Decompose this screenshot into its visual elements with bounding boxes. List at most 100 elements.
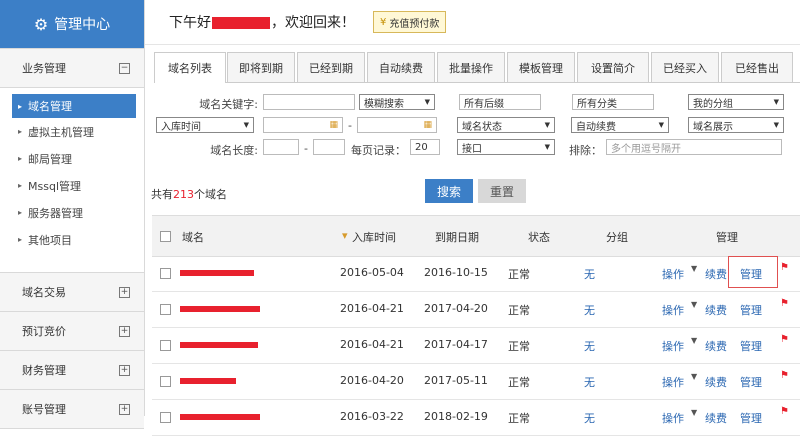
sidebar-group-finance[interactable]: 财务管理 + (0, 351, 144, 390)
category-select[interactable]: 所有分类 (572, 94, 654, 110)
caret-down-icon[interactable]: ▼ (691, 336, 697, 345)
caret-down-icon[interactable]: ▼ (691, 300, 697, 309)
table-row: 2016-03-22 2018-02-19 正常 无 操作 ▼ 续费 管理 ⚑ (152, 399, 800, 436)
row-checkbox[interactable] (160, 412, 171, 423)
flag-icon[interactable]: ⚑ (780, 370, 789, 381)
group-select[interactable]: 我的分组 ▼ (688, 94, 784, 110)
renew-link[interactable]: 续费 (705, 302, 727, 318)
tab-batch[interactable]: 批量操作 (437, 52, 505, 82)
caret-down-icon: ▼ (544, 143, 550, 151)
reset-button[interactable]: 重置 (478, 179, 526, 203)
sidebar-item-vhost[interactable]: ▸ 虚拟主机管理 (0, 118, 144, 145)
flag-icon[interactable]: ⚑ (780, 298, 789, 309)
tab-settings[interactable]: 设置简介 (577, 52, 649, 82)
renew-link[interactable]: 续费 (705, 410, 727, 426)
manage-link[interactable]: 管理 (740, 410, 762, 426)
search-button[interactable]: 搜索 (425, 179, 473, 203)
calendar-icon[interactable]: ▦ (423, 120, 432, 130)
manage-link[interactable]: 管理 (740, 374, 762, 390)
expire-date: 2016-10-15 (424, 266, 488, 279)
tab-auto-renew[interactable]: 自动续费 (367, 52, 435, 82)
sidebar-item-other[interactable]: ▸ 其他项目 (0, 226, 144, 253)
sidebar-group-account[interactable]: 账号管理 + (0, 390, 144, 429)
flag-icon[interactable]: ⚑ (780, 406, 789, 417)
tab-templates[interactable]: 模板管理 (507, 52, 575, 82)
recharge-button[interactable]: ¥ 充值预付款 (373, 11, 447, 33)
sidebar-item-mail[interactable]: ▸ 邮局管理 (0, 145, 144, 172)
length-min-input[interactable] (263, 139, 299, 155)
top-header: 下午好 ，欢迎回来！ ¥ 充值预付款 (145, 0, 800, 45)
tab-bought[interactable]: 已经买入 (651, 52, 719, 82)
select-all-checkbox[interactable] (160, 231, 171, 242)
display-select[interactable]: 域名展示 ▼ (688, 117, 784, 133)
group[interactable]: 无 (584, 338, 595, 354)
expand-icon[interactable]: + (119, 286, 130, 298)
caret-down-icon[interactable]: ▼ (691, 264, 697, 273)
flag-icon[interactable]: ⚑ (780, 334, 789, 345)
caret-down-icon[interactable]: ▼ (691, 372, 697, 381)
sidebar-item-server[interactable]: ▸ 服务器管理 (0, 199, 144, 226)
flag-icon[interactable]: ⚑ (780, 262, 789, 273)
redacted-domain[interactable] (180, 342, 258, 348)
header-added[interactable]: 入库时间 (352, 229, 396, 245)
sidebar-header[interactable]: ⚙ 管理中心 (0, 0, 144, 48)
match-select[interactable]: 模糊搜索 ▼ (359, 94, 435, 110)
suffix-select[interactable]: 所有后缀 (459, 94, 541, 110)
keyword-input[interactable] (263, 94, 355, 110)
expand-icon[interactable]: + (119, 364, 130, 376)
sort-icon[interactable]: ▾ (342, 229, 348, 242)
group[interactable]: 无 (584, 302, 595, 318)
manage-link[interactable]: 管理 (740, 338, 762, 354)
row-checkbox[interactable] (160, 268, 171, 279)
group[interactable]: 无 (584, 410, 595, 426)
row-checkbox[interactable] (160, 376, 171, 387)
sidebar-group-business[interactable]: 业务管理 − (0, 48, 144, 88)
header-group: 分组 (606, 231, 628, 244)
manage-link[interactable]: 管理 (740, 302, 762, 318)
sidebar-item-label: Mssql管理 (28, 179, 82, 193)
operate-menu[interactable]: 操作 (662, 338, 684, 354)
sidebar-item-label: 服务器管理 (28, 206, 84, 220)
interface-select[interactable]: 接口 ▼ (457, 139, 555, 155)
time-select[interactable]: 入库时间 ▼ (156, 117, 254, 133)
tab-expiring[interactable]: 即将到期 (227, 52, 295, 82)
chevron-right-icon: ▸ (18, 101, 23, 111)
exclude-input[interactable]: 多个用逗号隔开 (606, 139, 782, 155)
redacted-domain[interactable] (180, 378, 236, 384)
redacted-domain[interactable] (180, 414, 260, 420)
redacted-domain[interactable] (180, 270, 254, 276)
length-max-input[interactable] (313, 139, 345, 155)
status: 正常 (508, 412, 530, 425)
table-row: 2016-04-21 2017-04-20 正常 无 操作 ▼ 续费 管理 ⚑ (152, 291, 800, 328)
group[interactable]: 无 (584, 266, 595, 282)
row-checkbox[interactable] (160, 304, 171, 315)
autorenew-select[interactable]: 自动续费 ▼ (571, 117, 669, 133)
status-select[interactable]: 域名状态 ▼ (457, 117, 555, 133)
redacted-domain[interactable] (180, 306, 260, 312)
calendar-icon[interactable]: ▦ (329, 120, 338, 130)
operate-menu[interactable]: 操作 (662, 410, 684, 426)
tab-sold[interactable]: 已经售出 (721, 52, 793, 82)
expand-icon[interactable]: + (119, 325, 130, 337)
renew-link[interactable]: 续费 (705, 266, 727, 282)
sidebar-group-trade[interactable]: 域名交易 + (0, 273, 144, 312)
expand-icon[interactable]: + (119, 403, 130, 415)
row-checkbox[interactable] (160, 340, 171, 351)
collapse-icon[interactable]: − (119, 62, 130, 74)
operate-menu[interactable]: 操作 (662, 302, 684, 318)
sidebar-item-mssql[interactable]: ▸ Mssql管理 (0, 172, 144, 199)
tab-expired[interactable]: 已经到期 (297, 52, 365, 82)
operate-menu[interactable]: 操作 (662, 266, 684, 282)
sidebar-group-bid[interactable]: 预订竞价 + (0, 312, 144, 351)
status: 正常 (508, 304, 530, 317)
start-date-input[interactable]: ▦ (263, 117, 343, 133)
per-page-input[interactable]: 20 (410, 139, 440, 155)
renew-link[interactable]: 续费 (705, 338, 727, 354)
renew-link[interactable]: 续费 (705, 374, 727, 390)
operate-menu[interactable]: 操作 (662, 374, 684, 390)
end-date-input[interactable]: ▦ (357, 117, 437, 133)
sidebar-item-domain[interactable]: ▸ 域名管理 (12, 94, 136, 118)
header-status: 状态 (528, 231, 550, 244)
group[interactable]: 无 (584, 374, 595, 390)
tab-domain-list[interactable]: 域名列表 (154, 52, 226, 83)
